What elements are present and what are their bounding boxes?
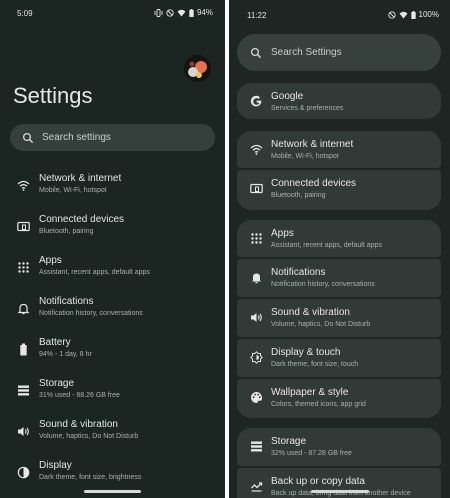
battery-percentage: 100% [418, 10, 439, 19]
settings-item-network[interactable]: Network & internet Mobile, Wi-Fi, hotspo… [0, 169, 225, 209]
item-title: Display [39, 460, 72, 471]
item-title: Apps [271, 228, 294, 239]
settings-item-network[interactable]: Network & internet Mobile, Wi-Fi, hotspo… [237, 131, 441, 168]
vibrate-icon [154, 8, 163, 17]
item-title: Back up or copy data [271, 476, 365, 487]
settings-item-display[interactable]: Display & touch Dark theme, font size, t… [237, 339, 441, 377]
settings-item-backup[interactable]: Back up or copy data Back up data, bring… [237, 468, 441, 498]
settings-item-sound[interactable]: Sound & vibration Volume, haptics, Do No… [237, 299, 441, 337]
item-subtitle: Dark theme, font size, brightness [39, 474, 142, 481]
item-title: Notifications [271, 267, 326, 278]
item-title: Sound & vibration [271, 307, 350, 318]
search-placeholder: Search settings [42, 132, 111, 143]
speaker-icon [250, 311, 263, 324]
display-icon [17, 466, 30, 479]
item-subtitle: Mobile, Wi-Fi, hotspot [39, 187, 107, 194]
search-icon [22, 132, 34, 144]
item-subtitle: Assistant, recent apps, default apps [39, 269, 150, 276]
item-subtitle: Bluetooth, pairing [271, 192, 326, 199]
item-title: Sound & vibration [39, 419, 118, 430]
status-time: 11:22 [247, 11, 267, 20]
gesture-bar[interactable] [311, 490, 369, 493]
item-subtitle: Mobile, Wi-Fi, hotspot [271, 153, 339, 160]
storage-icon [17, 384, 30, 397]
settings-item-apps[interactable]: Apps Assistant, recent apps, default app… [0, 251, 225, 291]
apps-grid-icon [250, 232, 263, 245]
item-subtitle: Volume, haptics, Do Not Disturb [271, 321, 371, 328]
item-subtitle: Dark theme, font size, touch [271, 361, 359, 368]
item-title: Network & internet [271, 139, 354, 150]
connected-devices-icon [17, 220, 30, 233]
speaker-icon [17, 425, 30, 438]
item-title: Connected devices [39, 214, 125, 225]
left-phone-screen: 5:09 94% Settings Search settings Networ… [0, 0, 225, 498]
wifi-status-icon [399, 11, 408, 19]
bell-icon [250, 271, 263, 284]
item-title: Connected devices [271, 178, 357, 189]
item-title: Wallpaper & style [271, 387, 349, 398]
apps-grid-icon [17, 261, 30, 274]
settings-item-storage[interactable]: Storage 31% used - 88.26 GB free [0, 374, 225, 414]
settings-item-notifications[interactable]: Notifications Notification history, conv… [0, 292, 225, 332]
settings-item-connected-devices[interactable]: Connected devices Bluetooth, pairing [0, 210, 225, 250]
settings-item-apps[interactable]: Apps Assistant, recent apps, default app… [237, 220, 441, 257]
item-title: Battery [39, 337, 71, 348]
item-title: Apps [39, 255, 62, 266]
backup-icon [250, 480, 263, 493]
item-subtitle: Assistant, recent apps, default apps [271, 242, 382, 249]
item-subtitle: 32% used - 87.28 GB free [271, 450, 352, 457]
display-icon [250, 351, 263, 364]
google-icon [250, 95, 263, 108]
item-subtitle: Notification history, conversations [39, 310, 143, 317]
item-subtitle: Bluetooth, pairing [39, 228, 94, 235]
bell-icon [17, 302, 30, 315]
settings-item-battery[interactable]: Battery 94% - 1 day, 8 hr [0, 333, 225, 373]
item-title: Storage [271, 436, 307, 447]
wifi-icon [17, 179, 30, 192]
item-subtitle: Services & preferences [271, 105, 344, 112]
search-bar[interactable]: Search settings [10, 124, 215, 151]
settings-item-wallpaper[interactable]: Wallpaper & style Colors, themed icons, … [237, 379, 441, 418]
search-icon [250, 47, 262, 59]
item-subtitle: Volume, haptics, Do Not Disturb [39, 433, 139, 440]
status-bar: 11:22 100% [229, 0, 450, 26]
item-title: Google [271, 91, 304, 102]
item-title: Network & internet [39, 173, 122, 184]
page-title: Settings [13, 83, 93, 108]
item-title: Display & touch [271, 347, 341, 358]
wifi-icon [250, 143, 263, 156]
settings-item-connected-devices[interactable]: Connected devices Bluetooth, pairing [237, 170, 441, 210]
battery-icon [17, 343, 30, 356]
gesture-bar[interactable] [84, 490, 141, 493]
avatar[interactable] [184, 55, 211, 82]
dnd-off-icon [166, 8, 174, 17]
item-subtitle: 94% - 1 day, 8 hr [39, 351, 92, 358]
status-bar: 5:09 94% [0, 0, 225, 26]
item-subtitle: Colors, themed icons, app grid [271, 401, 366, 408]
status-time: 5:09 [17, 9, 33, 18]
palette-icon [250, 391, 263, 404]
item-title: Notifications [39, 296, 94, 307]
search-bar[interactable]: Search Settings [237, 34, 441, 71]
battery-percentage: 94% [196, 8, 213, 17]
battery-status-icon [410, 10, 416, 19]
wifi-status-icon [177, 9, 186, 17]
settings-item-google[interactable]: Google Services & preferences [237, 83, 441, 119]
settings-item-storage[interactable]: Storage 32% used - 87.28 GB free [237, 428, 441, 466]
search-placeholder: Search Settings [271, 47, 342, 58]
dnd-off-icon [387, 10, 396, 19]
battery-status-icon [189, 8, 194, 17]
settings-item-notifications[interactable]: Notifications Notification history, conv… [237, 259, 441, 297]
item-subtitle: Notification history, conversations [271, 281, 375, 288]
right-phone-screen: 11:22 100% Search Settings Google Servic… [229, 0, 450, 498]
settings-item-sound[interactable]: Sound & vibration Volume, haptics, Do No… [0, 415, 225, 455]
item-subtitle: 31% used - 88.26 GB free [39, 392, 120, 399]
storage-icon [250, 440, 263, 453]
connected-devices-icon [250, 182, 263, 195]
item-title: Storage [39, 378, 75, 389]
